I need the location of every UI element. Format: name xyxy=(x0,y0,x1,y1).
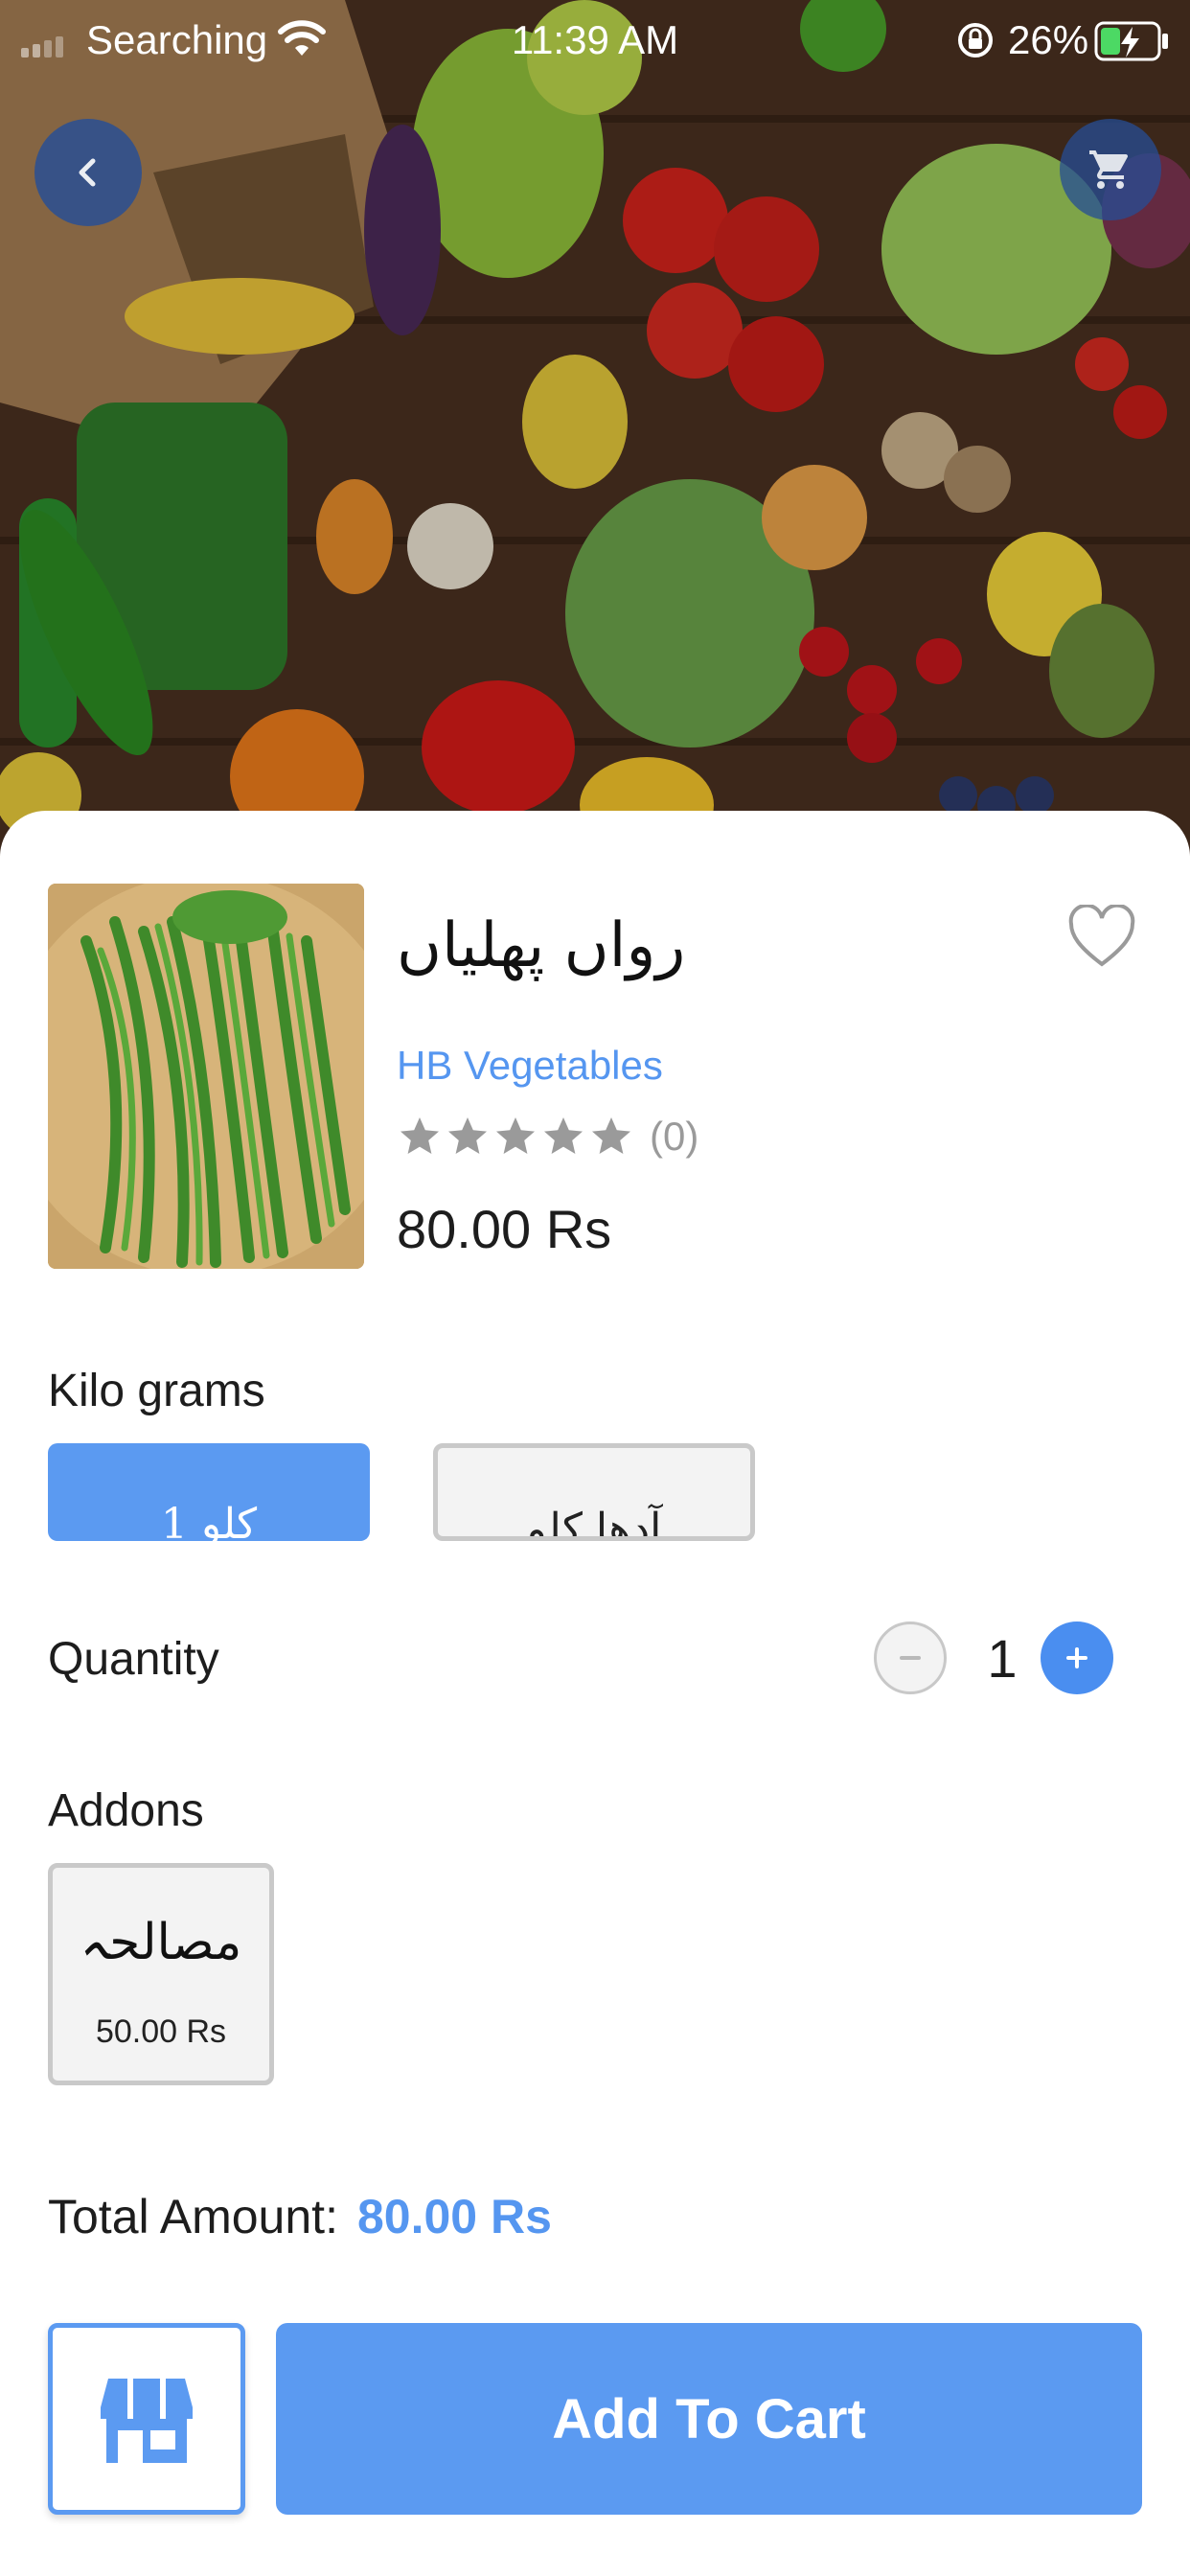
status-bar: Searching 11:39 AM 26% xyxy=(0,0,1190,80)
quantity-label: Quantity xyxy=(48,1634,219,1685)
product-price: 80.00 Rs xyxy=(397,1199,612,1259)
weight-section-label: Kilo grams xyxy=(48,1366,265,1416)
star-icon xyxy=(496,1117,535,1154)
vendor-link[interactable]: HB Vegetables xyxy=(397,1043,663,1089)
battery-icon xyxy=(1094,21,1168,61)
weight-option-1kg[interactable]: 1 کلو xyxy=(48,1443,370,1541)
hero-overlay xyxy=(0,0,1190,862)
cart-button[interactable] xyxy=(1060,119,1161,220)
chevron-left-icon xyxy=(79,158,96,187)
star-icon xyxy=(400,1117,439,1154)
total-amount-row: Total Amount: 80.00 Rs xyxy=(48,2189,552,2244)
quantity-stepper: 1 xyxy=(874,1618,1113,1704)
addon-name: مصالحہ xyxy=(80,1914,242,1971)
star-icon xyxy=(592,1117,630,1154)
add-to-cart-button[interactable]: Add To Cart xyxy=(276,2323,1142,2515)
orientation-lock-icon xyxy=(958,23,993,58)
decrease-quantity-button[interactable] xyxy=(874,1622,947,1694)
total-label: Total Amount: xyxy=(48,2190,338,2243)
addon-card[interactable]: مصالحہ 50.00 Rs xyxy=(48,1863,274,2085)
rating-count: (0) xyxy=(650,1114,699,1159)
star-icon xyxy=(448,1117,487,1154)
minus-icon xyxy=(900,1656,921,1660)
favorite-heart-icon[interactable] xyxy=(1067,905,1136,970)
total-value: 80.00 Rs xyxy=(356,2190,552,2243)
store-button[interactable] xyxy=(48,2323,245,2515)
addons-label: Addons xyxy=(48,1785,204,1836)
hero-banner xyxy=(0,0,1190,862)
cart-icon xyxy=(1089,150,1129,189)
product-name: رواں پھلیاں xyxy=(397,910,686,981)
increase-quantity-button[interactable] xyxy=(1041,1622,1113,1694)
addon-price: 50.00 Rs xyxy=(95,2013,227,2050)
rating-stars: (0) xyxy=(397,1114,698,1160)
weight-option-half-kg[interactable]: آدھا کلو xyxy=(433,1443,755,1541)
product-thumbnail xyxy=(48,884,364,1269)
battery-percent: 26% xyxy=(1008,17,1089,62)
store-icon xyxy=(101,2379,193,2463)
quantity-value: 1 xyxy=(987,1628,1018,1689)
back-button[interactable] xyxy=(34,119,142,226)
star-icon xyxy=(544,1117,583,1154)
green-beans-image xyxy=(48,884,364,1269)
plus-icon xyxy=(1066,1647,1087,1668)
